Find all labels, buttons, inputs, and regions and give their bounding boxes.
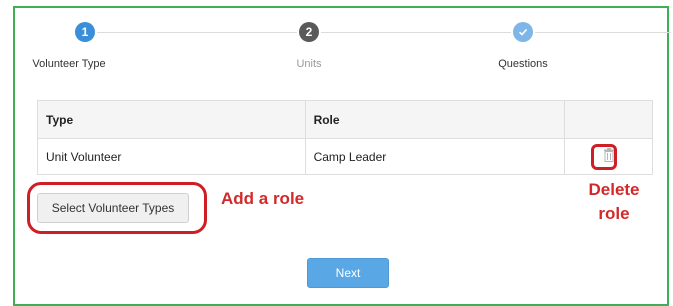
- stepper-line: [321, 32, 511, 33]
- cell-role: Camp Leader: [304, 138, 566, 175]
- column-header-role: Role: [304, 100, 566, 139]
- table-header-row: Type Role: [37, 100, 653, 139]
- step-2-circle[interactable]: 2: [299, 22, 319, 42]
- table-row: Unit Volunteer Camp Leader: [37, 138, 653, 175]
- column-header-type: Type: [37, 100, 306, 139]
- cell-type: Unit Volunteer: [37, 138, 306, 175]
- step-2-label: Units: [296, 58, 322, 70]
- step-1-circle[interactable]: 1: [75, 22, 95, 42]
- step-3-circle[interactable]: [513, 22, 533, 42]
- step-1-label: Volunteer Type: [32, 58, 106, 70]
- column-header-actions: [564, 100, 653, 139]
- delete-role-highlight: [591, 144, 617, 170]
- next-button[interactable]: Next: [307, 258, 389, 288]
- step-3-label: Questions: [498, 58, 548, 70]
- roles-table: Type Role Unit Volunteer Camp Leader: [37, 100, 653, 175]
- add-role-highlight: [27, 182, 207, 234]
- stepper-line: [97, 32, 297, 33]
- page-frame: 1 2 Volunteer Type Units Questions Type …: [13, 6, 671, 306]
- stepper-line: [535, 32, 671, 33]
- add-role-annotation: Add a role: [221, 189, 305, 208]
- delete-role-annotation-line1: Delete: [588, 180, 640, 199]
- delete-role-annotation-line2: role: [598, 204, 630, 223]
- checkmark-icon: [518, 28, 528, 36]
